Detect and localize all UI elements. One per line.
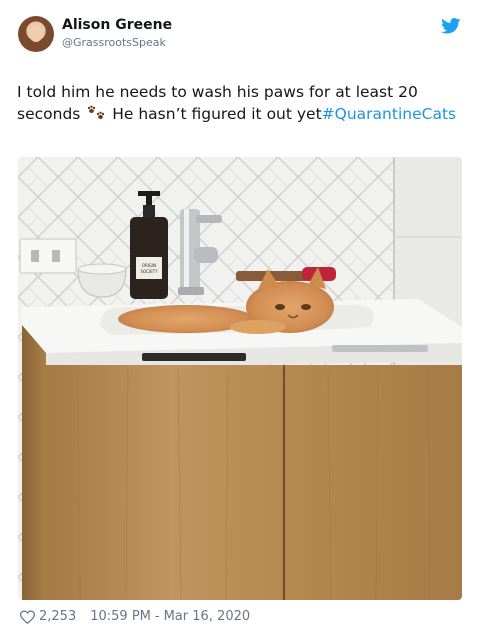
tweet-text: I told him he needs to wash his paws for… (17, 81, 467, 125)
heart-icon[interactable] (20, 609, 35, 624)
tweet-footer: 2,253 10:59 PM - Mar 16, 2020 (20, 609, 250, 624)
tweet-text-tail: He hasn’t figured it out yet (107, 105, 322, 123)
user-handle[interactable]: @GrassrootsSpeak (62, 36, 166, 49)
tweet-card: Alison Greene @GrassrootsSpeak I told hi… (0, 0, 481, 644)
svg-text:ORIGIN: ORIGIN (142, 263, 156, 268)
paw-prints-icon (88, 105, 105, 119)
tweet-photo[interactable]: ORIGIN SOCIETY (18, 157, 462, 600)
cabinet-handle-left (142, 353, 246, 361)
avatar-face (29, 25, 43, 42)
vanity-cabinet (22, 325, 462, 600)
svg-text:SOCIETY: SOCIETY (140, 269, 158, 274)
wall-outlet (19, 238, 77, 274)
hashtag-link[interactable]: #QuarantineCats (322, 105, 456, 123)
tweet-time[interactable]: 10:59 PM (90, 609, 151, 624)
tweet-date[interactable]: Mar 16, 2020 (164, 609, 251, 624)
cabinet-handle-right (332, 345, 428, 352)
like-count[interactable]: 2,253 (39, 609, 76, 624)
photo-scene: ORIGIN SOCIETY (18, 157, 462, 600)
display-name[interactable]: Alison Greene (62, 17, 172, 33)
twitter-bird-icon[interactable] (441, 18, 461, 34)
time-date-separator: - (154, 609, 160, 624)
avatar[interactable] (18, 16, 54, 52)
